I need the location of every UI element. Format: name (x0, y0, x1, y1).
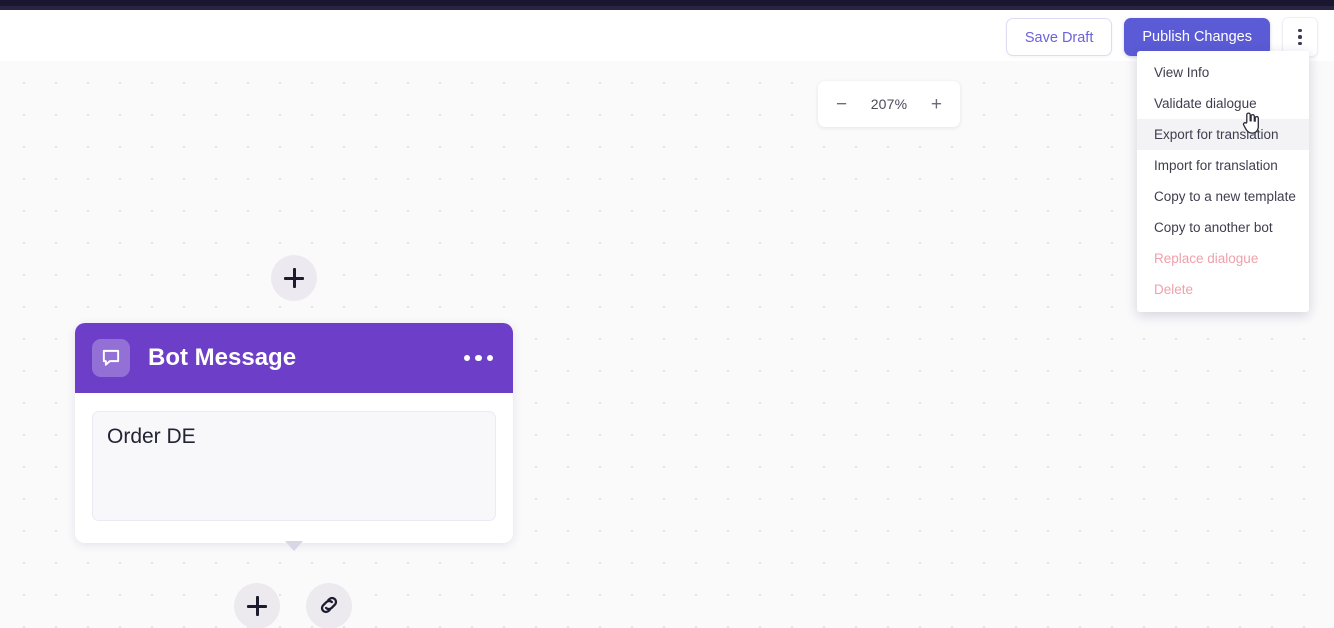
vertical-ellipsis-icon-dot (1298, 41, 1302, 46)
options-dropdown-menu[interactable]: View Info Validate dialogue Export for t… (1137, 51, 1309, 312)
menu-item-copy-to-another-bot[interactable]: Copy to another bot (1137, 212, 1309, 243)
add-node-above-button[interactable] (271, 255, 317, 301)
horizontal-ellipsis-icon-dot (475, 354, 482, 362)
toolbar: Save Draft Publish Changes (0, 10, 1334, 61)
horizontal-ellipsis-icon-dot (463, 354, 470, 362)
menu-item-delete[interactable]: Delete (1137, 274, 1309, 305)
bot-message-node[interactable]: Bot Message Order DE (75, 323, 513, 551)
node-header: Bot Message (75, 323, 513, 393)
plus-icon (284, 268, 304, 288)
link-node-button[interactable] (306, 583, 352, 628)
zoom-in-button[interactable]: + (929, 95, 944, 114)
menu-item-import-for-translation[interactable]: Import for translation (1137, 150, 1309, 181)
zoom-control: − 207% + (818, 81, 960, 127)
window-top-strip (0, 0, 1334, 10)
link-icon (316, 592, 342, 621)
menu-item-view-info[interactable]: View Info (1137, 57, 1309, 88)
app-root: Save Draft Publish Changes − 207% + Bot … (0, 0, 1334, 628)
zoom-level-value: 207% (870, 96, 908, 112)
node-output-connector[interactable] (285, 541, 303, 551)
save-draft-button[interactable]: Save Draft (1005, 18, 1113, 56)
vertical-ellipsis-icon-dot (1298, 28, 1302, 33)
add-node-below-button[interactable] (234, 583, 280, 628)
window-top-strip-accent (0, 6, 1334, 10)
zoom-out-button[interactable]: − (834, 95, 849, 114)
bot-message-text[interactable]: Order DE (92, 411, 496, 521)
node-menu-button[interactable] (462, 349, 496, 368)
menu-item-copy-to-a-new-template[interactable]: Copy to a new template (1137, 181, 1309, 212)
vertical-ellipsis-icon-dot (1298, 35, 1302, 39)
plus-icon (247, 596, 267, 616)
menu-item-replace-dialogue[interactable]: Replace dialogue (1137, 243, 1309, 274)
chat-bubble-icon (92, 339, 130, 377)
node-body: Order DE (75, 393, 513, 543)
menu-item-export-for-translation[interactable]: Export for translation (1137, 119, 1309, 150)
flow-canvas[interactable]: − 207% + Bot Message Order DE (0, 61, 1334, 628)
menu-item-validate-dialogue[interactable]: Validate dialogue (1137, 88, 1309, 119)
node-title: Bot Message (148, 344, 297, 371)
horizontal-ellipsis-icon-dot (486, 354, 493, 362)
